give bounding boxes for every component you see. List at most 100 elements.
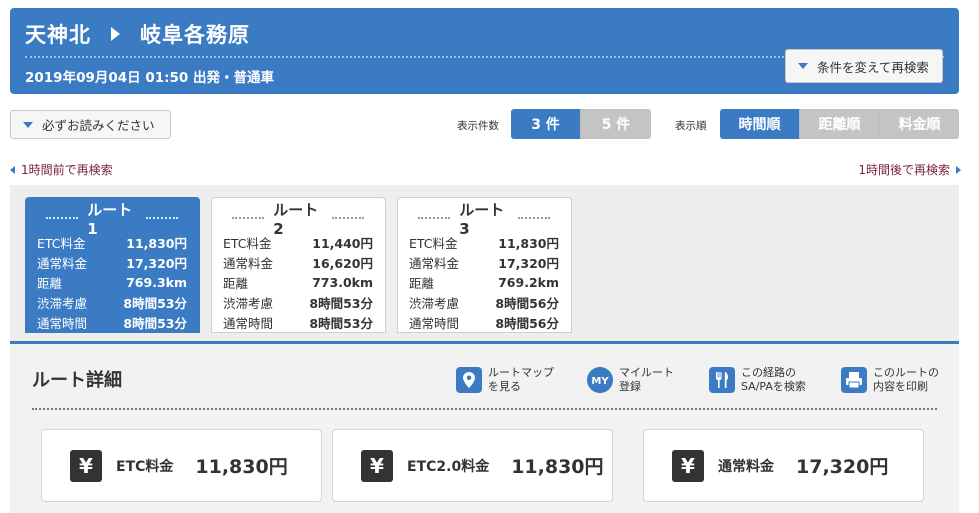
row-label: 通常料金: [409, 255, 460, 271]
row-label: ETC料金: [223, 235, 272, 251]
route-row-distance: 距離 769.2km: [409, 272, 559, 292]
row-value: 8時間53分: [309, 295, 373, 311]
destination-name: 岐阜各務原: [140, 23, 250, 47]
sapa-search-button[interactable]: この経路の SA/PAを検索: [708, 366, 806, 394]
fork-knife-icon: [708, 366, 735, 393]
detail-divider: [32, 408, 937, 410]
row-value: 8時間56分: [495, 315, 559, 331]
chevron-down-icon: [23, 121, 33, 128]
next-hour-link[interactable]: 1時間後で再検索: [858, 161, 961, 178]
yen-icon: ¥: [672, 449, 704, 482]
my-route-text: マイルート 登録: [619, 366, 674, 394]
route-tab-1[interactable]: ルート1 ETC料金 11,830円 通常料金 17,320円 距離 769.3km …: [25, 197, 200, 333]
route-title-row: ルート3: [409, 201, 559, 238]
row-label: 距離: [37, 275, 63, 291]
yen-icon: ¥: [361, 449, 393, 482]
chevron-left-icon: [10, 165, 15, 174]
row-value: 8時間53分: [123, 295, 187, 311]
map-pin-icon: [455, 366, 482, 393]
action-line: この経路の: [741, 366, 796, 379]
row-value: 769.2km: [498, 274, 559, 290]
row-label: 通常時間: [409, 315, 460, 331]
route-row-normal: 通常料金 16,620円: [223, 252, 373, 272]
route-detail-panel: ルート詳細 ルートマップ を見る MY マイルート 登録 この経路の SA/PAを検索…: [10, 341, 959, 513]
fee-label: 通常料金: [718, 458, 774, 475]
route-tabs-area: ルート1 ETC料金 11,830円 通常料金 17,320円 距離 769.3km …: [10, 185, 959, 341]
order-fee-button[interactable]: 料金順: [880, 109, 959, 139]
origin-name: 天神北: [25, 23, 91, 47]
route-map-button[interactable]: ルートマップ を見る: [455, 366, 554, 394]
chevron-down-icon: [798, 63, 808, 69]
row-label: 通常料金: [223, 255, 274, 271]
order-label: 表示順: [675, 120, 707, 132]
action-line: ルートマップ: [488, 366, 554, 379]
order-distance-button[interactable]: 距離順: [800, 109, 880, 139]
count-label: 表示件数: [457, 120, 499, 132]
dotted-divider: [517, 217, 550, 219]
route-row-distance: 距離 769.3km: [37, 272, 187, 292]
change-conditions-button[interactable]: 条件を変えて再検索: [785, 49, 943, 83]
prev-hour-label: 1時間前で再検索: [21, 163, 113, 177]
my-badge-icon: MY: [586, 366, 613, 393]
row-label: 渋滞考慮: [223, 295, 274, 311]
dotted-divider: [145, 217, 178, 219]
route-row-normal: 通常料金 17,320円: [37, 252, 187, 272]
row-label: 通常時間: [223, 315, 274, 331]
row-label: 渋滞考慮: [409, 295, 460, 311]
departure-info: 2019年09月04日 01:50 出発・普通車: [25, 70, 275, 86]
action-line: SA/PAを検索: [741, 380, 806, 393]
row-value: 17,320円: [498, 255, 559, 271]
next-hour-label: 1時間後で再検索: [858, 163, 950, 177]
print-route-text: このルートの 内容を印刷: [873, 366, 939, 394]
svg-text:MY: MY: [591, 376, 609, 387]
row-label: 距離: [223, 275, 249, 291]
action-line: を見る: [488, 380, 521, 393]
row-value: 8時間56分: [495, 295, 559, 311]
action-line: このルートの: [873, 366, 939, 379]
route-row-time: 通常時間 8時間56分: [409, 312, 559, 332]
fee-value: 11,830円: [195, 456, 288, 478]
notice-button[interactable]: 必ずお読みください: [10, 110, 171, 139]
direction-arrow-icon: [111, 27, 120, 41]
prev-hour-link[interactable]: 1時間前で再検索: [10, 161, 113, 178]
notice-label: 必ずお読みください: [42, 118, 155, 133]
route-tab-2[interactable]: ルート2 ETC料金 11,440円 通常料金 16,620円 距離 773.0km …: [211, 197, 386, 333]
dotted-divider: [418, 217, 451, 219]
count-3-button[interactable]: 3 件: [511, 109, 581, 139]
route-row-time: 通常時間 8時間53分: [223, 312, 373, 332]
fee-value: 11,830円: [511, 456, 604, 478]
action-line: マイルート: [619, 366, 674, 379]
detail-title: ルート詳細: [32, 370, 122, 391]
fee-card-normal: ¥ 通常料金 17,320円: [643, 429, 924, 502]
fee-value: 17,320円: [796, 456, 889, 478]
row-value: 11,830円: [126, 235, 187, 251]
fee-label: ETC2.0料金: [407, 458, 490, 475]
order-time-button[interactable]: 時間順: [720, 109, 800, 139]
print-route-button[interactable]: このルートの 内容を印刷: [840, 366, 939, 394]
fee-card-etc: ¥ ETC料金 11,830円: [41, 429, 322, 502]
row-value: 8時間53分: [309, 315, 373, 331]
row-value: 769.3km: [126, 274, 187, 290]
fee-label: ETC料金: [116, 458, 174, 475]
row-label: ETC料金: [37, 235, 86, 251]
route-title-row: ルート2: [223, 201, 373, 238]
route-map-text: ルートマップ を見る: [488, 366, 554, 394]
route-row-traffic: 渋滞考慮 8時間53分: [223, 292, 373, 312]
row-label: 通常時間: [37, 315, 88, 331]
route-row-traffic: 渋滞考慮 8時間56分: [409, 292, 559, 312]
row-value: 17,320円: [126, 255, 187, 271]
dotted-divider: [232, 217, 265, 219]
fee-card-etc2: ¥ ETC2.0料金 11,830円: [332, 429, 613, 502]
action-line: 登録: [619, 380, 641, 393]
row-value: 11,830円: [498, 235, 559, 251]
route-tab-3[interactable]: ルート3 ETC料金 11,830円 通常料金 17,320円 距離 769.2km …: [397, 197, 572, 333]
count-5-button[interactable]: 5 件: [581, 109, 651, 139]
row-label: ETC料金: [409, 235, 458, 251]
route-header: 天神北 岐阜各務原 2019年09月04日 01:50 出発・普通車 条件を変え…: [10, 8, 959, 94]
route-title-row: ルート1: [37, 201, 187, 238]
row-value: 8時間53分: [123, 315, 187, 331]
row-value: 16,620円: [312, 255, 373, 271]
my-route-button[interactable]: MY マイルート 登録: [586, 366, 674, 394]
yen-icon: ¥: [70, 449, 102, 482]
change-conditions-label: 条件を変えて再検索: [817, 59, 929, 75]
